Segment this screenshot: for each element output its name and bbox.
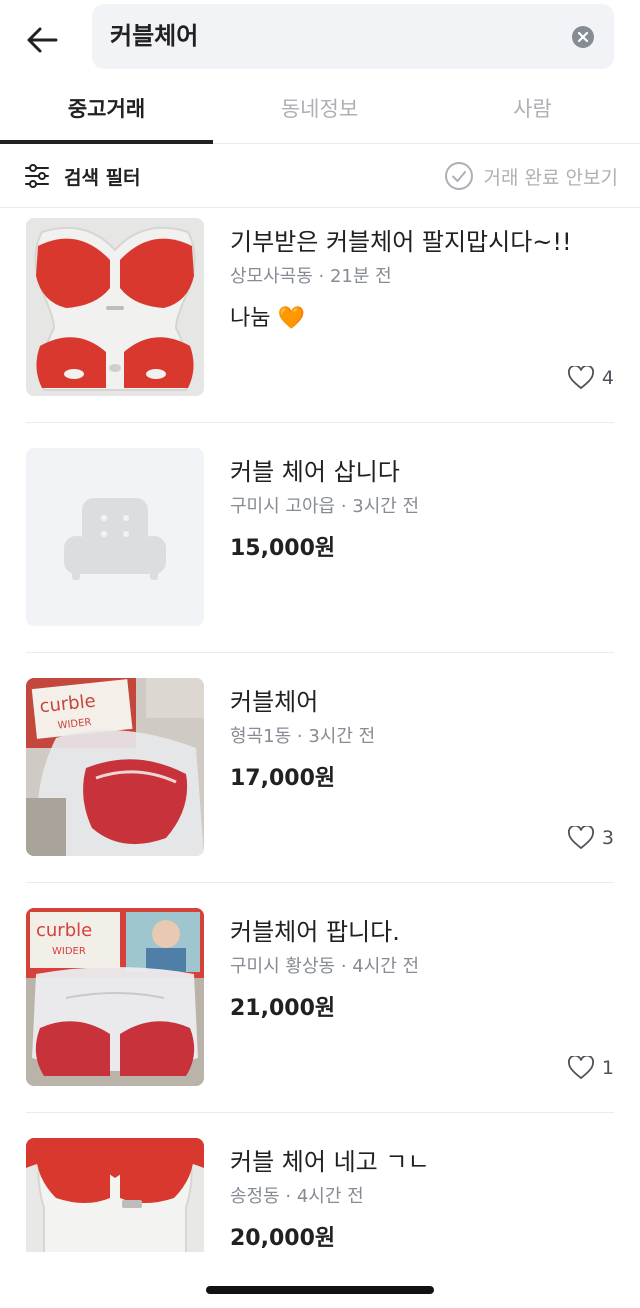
item-location: 구미시 황상동 <box>230 956 336 977</box>
like-count: 4 <box>567 366 614 390</box>
item-meta: 구미시 고아읍 · 3시간 전 <box>230 496 420 517</box>
clear-search-icon[interactable] <box>571 25 595 49</box>
item-time: 21분 전 <box>329 266 392 287</box>
heart-icon <box>567 826 594 850</box>
item-location: 송정동 <box>230 1186 280 1207</box>
tab-bar: 중고거래 동네정보 사람 <box>0 80 640 144</box>
like-number: 1 <box>601 1057 614 1079</box>
search-header: 커블체어 <box>0 0 640 80</box>
item-meta: 상모사곡동 · 21분 전 <box>230 266 392 287</box>
app-root: 커블체어 중고거래 동네정보 사람 검색 필터 거래 완료 안보기 기부받은 커… <box>0 0 640 1308</box>
item-location: 구미시 고아읍 <box>230 496 336 517</box>
hide-completed-label: 거래 완료 안보기 <box>483 166 618 189</box>
home-indicator[interactable] <box>206 1286 434 1294</box>
list-item[interactable]: 기부받은 커블체어 팔지맙시다~!! 상모사곡동 · 21분 전 나눔 🧡 4 <box>26 218 614 448</box>
item-time: 4시간 전 <box>352 956 420 977</box>
list-divider <box>26 882 614 883</box>
item-price: 15,000원 <box>230 536 336 561</box>
item-time: 3시간 전 <box>352 496 420 517</box>
list-item[interactable]: curble WIDER 커블체어 형곡1동 · 3시간 전 17,000원 3 <box>26 678 614 908</box>
item-meta: 송정동 · 4시간 전 <box>230 1186 364 1207</box>
check-circle-icon <box>444 162 473 190</box>
heart-icon <box>567 366 594 390</box>
item-title: 커블 체어 네고 ㄱㄴ <box>230 1148 430 1176</box>
like-number: 4 <box>601 367 614 389</box>
item-time: 3시간 전 <box>308 726 376 747</box>
search-filter-label: 검색 필터 <box>64 166 141 189</box>
like-number: 3 <box>601 827 614 849</box>
item-title: 커블체어 <box>230 688 319 716</box>
svg-text:curble: curble <box>36 920 92 941</box>
list-item[interactable]: curble WIDER 커블체어 팝니다. 구미시 황상동 · 4시간 전 2… <box>26 908 614 1138</box>
item-meta: 구미시 황상동 · 4시간 전 <box>230 956 420 977</box>
list-divider <box>26 1112 614 1113</box>
item-location: 형곡1동 <box>230 726 292 747</box>
like-count: 3 <box>567 826 614 850</box>
search-query: 커블체어 <box>110 22 199 50</box>
item-price: 17,000원 <box>230 766 336 791</box>
item-title: 기부받은 커블체어 팔지맙시다~!! <box>230 228 572 256</box>
hide-completed-toggle[interactable]: 거래 완료 안보기 <box>444 156 618 196</box>
item-thumbnail: curble WIDER <box>26 678 204 856</box>
item-thumbnail-placeholder <box>26 448 204 626</box>
back-button[interactable] <box>22 18 62 62</box>
back-arrow-icon <box>27 27 58 53</box>
list-divider <box>26 422 614 423</box>
heart-icon <box>567 1056 594 1080</box>
sofa-placeholder-icon <box>26 448 204 626</box>
item-meta: 형곡1동 · 3시간 전 <box>230 726 376 747</box>
item-price: 21,000원 <box>230 996 336 1021</box>
list-item[interactable]: 커블 체어 삽니다 구미시 고아읍 · 3시간 전 15,000원 <box>26 448 614 678</box>
tab-people[interactable]: 사람 <box>426 80 639 144</box>
tab-local-info[interactable]: 동네정보 <box>213 80 426 144</box>
search-input[interactable]: 커블체어 <box>92 4 614 69</box>
filter-row: 검색 필터 거래 완료 안보기 <box>0 144 640 208</box>
filter-sliders-icon <box>25 164 49 188</box>
search-filter-button[interactable]: 검색 필터 <box>24 156 141 196</box>
item-price: 나눔 🧡 <box>230 306 305 331</box>
list-divider <box>26 652 614 653</box>
item-location: 상모사곡동 <box>230 266 313 287</box>
item-title: 커블 체어 삽니다 <box>230 458 400 486</box>
item-title: 커블체어 팝니다. <box>230 918 400 946</box>
like-count: 1 <box>567 1056 614 1080</box>
item-thumbnail: curble WIDER <box>26 908 204 1086</box>
tab-used-trade[interactable]: 중고거래 <box>0 80 213 144</box>
svg-text:WIDER: WIDER <box>52 946 86 957</box>
bottom-safe-area <box>0 1252 640 1308</box>
item-thumbnail <box>26 218 204 396</box>
item-time: 4시간 전 <box>296 1186 364 1207</box>
item-price: 20,000원 <box>230 1226 336 1251</box>
